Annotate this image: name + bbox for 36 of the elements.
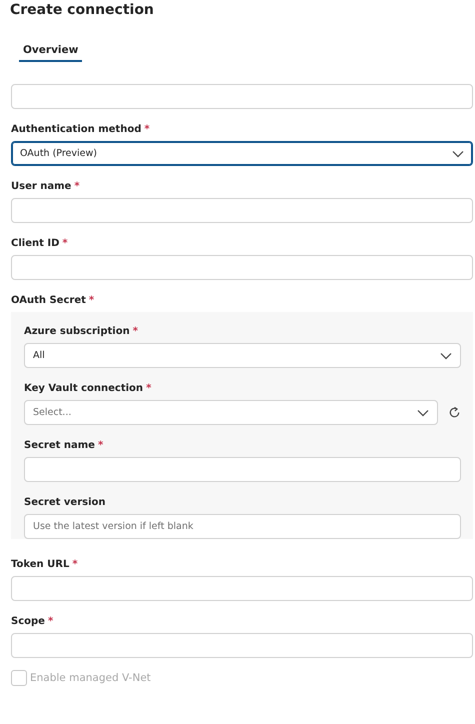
input-field[interactable] [11, 633, 473, 658]
required-mark: * [98, 440, 104, 451]
required-mark: * [132, 326, 138, 337]
input-field[interactable] [11, 576, 473, 601]
field-label: Secret version [24, 497, 106, 508]
dropdown[interactable]: All [24, 343, 461, 368]
field-label: Client ID [11, 238, 60, 249]
tab[interactable]: Overview [19, 40, 82, 62]
required-mark: * [62, 238, 68, 249]
field-label: Authentication method [11, 124, 142, 135]
required-mark: * [74, 181, 80, 192]
dropdown[interactable]: OAuth (Preview) [11, 141, 473, 166]
field-label: Azure subscription [24, 326, 130, 337]
refresh-icon[interactable] [448, 406, 461, 419]
field-label: Key Vault connection [24, 383, 144, 394]
input-field[interactable] [11, 255, 473, 280]
chevron-down-icon [440, 352, 452, 360]
checkbox-label: Enable managed V-Net [30, 672, 151, 684]
chevron-down-icon [452, 150, 464, 158]
field-label: User name [11, 181, 72, 192]
field-label: Secret name [24, 440, 95, 451]
required-mark: * [146, 383, 152, 394]
field-label: Scope [11, 616, 45, 627]
field-label: OAuth Secret [11, 295, 86, 306]
dropdown[interactable]: Select... [24, 400, 438, 425]
required-mark: * [72, 559, 78, 570]
required-mark: * [88, 295, 94, 306]
field-label: Token URL [11, 559, 70, 570]
required-mark: * [144, 124, 150, 135]
required-mark: * [48, 616, 54, 627]
input-field[interactable]: Use the latest version if left blank [24, 514, 461, 539]
input-field[interactable] [24, 457, 461, 482]
chevron-down-icon [417, 408, 429, 416]
input-field[interactable] [11, 84, 473, 109]
dialog-title: Create connection [10, 1, 155, 20]
input-field[interactable] [11, 198, 473, 223]
